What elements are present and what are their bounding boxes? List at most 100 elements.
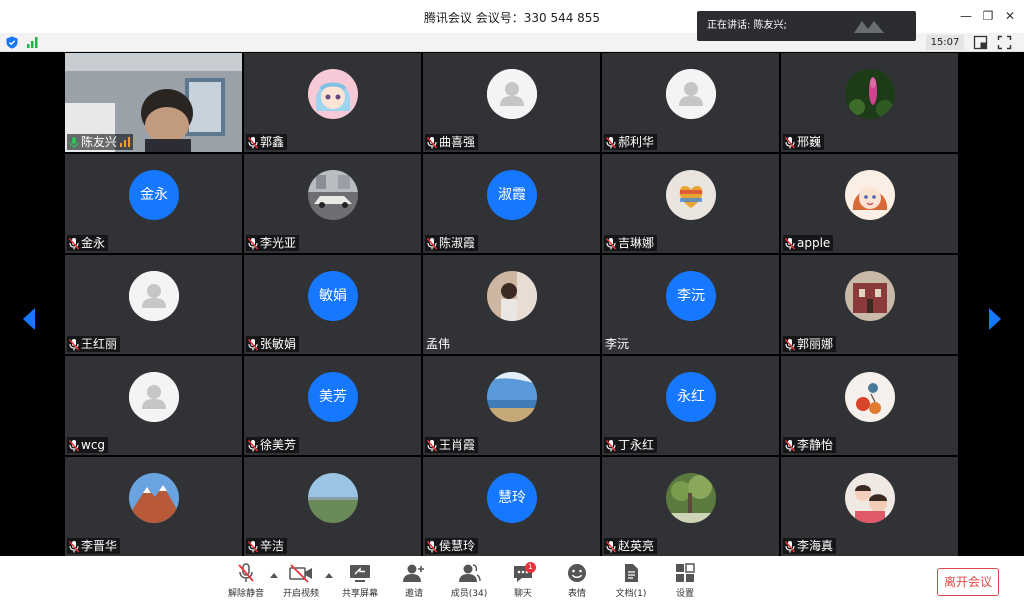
participant-name: apple bbox=[797, 236, 831, 250]
meeting-clock: 15:07 bbox=[926, 35, 964, 50]
fullscreen-icon[interactable] bbox=[997, 35, 1012, 50]
muted-mic-icon bbox=[426, 237, 438, 249]
restore-button[interactable]: ❐ bbox=[978, 6, 998, 26]
participant-tile[interactable]: 李沅 李沅 bbox=[602, 255, 779, 354]
muted-microphone-icon bbox=[238, 563, 254, 582]
participant-tile[interactable]: 孟伟 bbox=[423, 255, 600, 354]
muted-mic-icon bbox=[68, 338, 80, 350]
participant-name-label: 丁永红 bbox=[604, 437, 658, 453]
participant-tile[interactable]: 金永 金永 bbox=[65, 154, 242, 253]
participant-tile[interactable]: 郭鑫 bbox=[244, 53, 421, 152]
participant-tile[interactable]: 李光亚 bbox=[244, 154, 421, 253]
participant-name-label: 侯慧玲 bbox=[425, 538, 479, 554]
layout-icon[interactable] bbox=[973, 35, 988, 50]
tencent-meeting-logo-icon bbox=[854, 21, 884, 33]
invite-button[interactable]: 邀请 bbox=[389, 560, 439, 606]
speaking-prefix: 正在讲话: bbox=[707, 20, 754, 31]
participant-tile[interactable]: 郝利华 bbox=[602, 53, 779, 152]
participant-tile[interactable]: 郭丽娜 bbox=[781, 255, 958, 354]
avatar: 美芳 bbox=[308, 372, 358, 422]
default-user-avatar-icon bbox=[487, 69, 537, 119]
participant-tile[interactable]: 吉琳娜 bbox=[602, 154, 779, 253]
participant-name-label: wcg bbox=[67, 437, 109, 453]
participant-name-label: 邢巍 bbox=[783, 134, 825, 150]
participant-tile[interactable]: 曲喜强 bbox=[423, 53, 600, 152]
share-screen-button[interactable]: 共享屏幕 bbox=[335, 560, 385, 606]
settings-label: 设置 bbox=[675, 589, 694, 599]
muted-mic-icon bbox=[247, 136, 259, 148]
participant-name: wcg bbox=[81, 438, 106, 452]
participant-tile[interactable]: apple bbox=[781, 154, 958, 253]
leave-meeting-button[interactable]: 离开会议 bbox=[937, 568, 999, 596]
avatar-image bbox=[845, 170, 895, 220]
minimize-button[interactable]: — bbox=[956, 6, 976, 26]
settings-grid-icon bbox=[676, 563, 695, 582]
participant-name-label: 李光亚 bbox=[246, 235, 300, 251]
members-label: 成员(34) bbox=[450, 589, 488, 599]
participant-tile[interactable]: 慧玲侯慧玲 bbox=[423, 457, 600, 556]
avatar-image bbox=[666, 170, 716, 220]
participant-tile[interactable]: 王红丽 bbox=[65, 255, 242, 354]
participant-name: 陈友兴 bbox=[81, 135, 118, 149]
muted-mic-icon bbox=[605, 540, 617, 552]
reactions-label: 表情 bbox=[567, 589, 586, 599]
participant-tile[interactable]: 敏娟 张敏娟 bbox=[244, 255, 421, 354]
participant-tile[interactable]: 邢巍 bbox=[781, 53, 958, 152]
avatar-image bbox=[308, 473, 358, 523]
avatar: 永红 bbox=[666, 372, 716, 422]
share-screen-icon bbox=[350, 565, 370, 582]
participant-name: 郝利华 bbox=[618, 135, 655, 149]
shield-icon[interactable] bbox=[6, 36, 18, 49]
participant-tile[interactable]: 李静怡 bbox=[781, 356, 958, 455]
participant-name: 王肖霞 bbox=[439, 438, 476, 452]
participant-tile[interactable]: 永红 丁永红 bbox=[602, 356, 779, 455]
participant-tile[interactable]: 赵英亮 bbox=[602, 457, 779, 556]
participant-tile[interactable]: 李海真 bbox=[781, 457, 958, 556]
network-signal-icon[interactable] bbox=[26, 36, 40, 48]
participant-name: 侯慧玲 bbox=[439, 539, 476, 553]
settings-button[interactable]: 设置 bbox=[660, 560, 710, 606]
participant-tile[interactable]: 王肖霞 bbox=[423, 356, 600, 455]
participant-name: 陈淑霞 bbox=[439, 236, 476, 250]
participant-name: 赵英亮 bbox=[618, 539, 655, 553]
documents-label: 文档(1) bbox=[615, 589, 647, 599]
participant-tile[interactable]: wcg bbox=[65, 356, 242, 455]
close-button[interactable]: ✕ bbox=[1000, 6, 1020, 26]
speaking-name: 陈友兴; bbox=[753, 20, 787, 31]
avatar-image bbox=[845, 372, 895, 422]
documents-button[interactable]: 文档(1) bbox=[606, 560, 656, 606]
muted-mic-icon bbox=[784, 439, 796, 451]
next-page-arrow-icon[interactable] bbox=[988, 307, 1002, 331]
muted-mic-icon bbox=[247, 439, 259, 451]
participant-grid: 陈友兴 郭鑫 曲喜强郝利华 邢巍金永 金永 李光亚 淑霞 陈淑霞 吉琳娜 apple 王红丽 敏娟 张敏… bbox=[65, 53, 960, 556]
invite-label: 邀请 bbox=[404, 589, 423, 599]
previous-page-arrow-icon[interactable] bbox=[22, 307, 36, 331]
members-button[interactable]: 成员(34) bbox=[444, 560, 494, 606]
participant-tile[interactable]: 李晋华 bbox=[65, 457, 242, 556]
participant-name: 王红丽 bbox=[81, 337, 118, 351]
participant-name: 郭鑫 bbox=[260, 135, 285, 149]
participant-name-label: 郭丽娜 bbox=[783, 336, 837, 352]
participant-name: 徐美芳 bbox=[260, 438, 297, 452]
camera-off-icon bbox=[289, 564, 312, 583]
avatar: 慧玲 bbox=[487, 473, 537, 523]
chat-button[interactable]: 1 聊天 bbox=[498, 560, 548, 606]
document-icon bbox=[625, 564, 638, 582]
participant-name-label: 李晋华 bbox=[67, 538, 121, 554]
participant-tile[interactable]: 美芳徐美芳 bbox=[244, 356, 421, 455]
participant-name: 郭丽娜 bbox=[797, 337, 834, 351]
participant-tile[interactable]: 辛洁 bbox=[244, 457, 421, 556]
unmute-button[interactable]: 解除静音 bbox=[221, 560, 271, 606]
share-screen-label: 共享屏幕 bbox=[341, 589, 378, 599]
participant-name: 金永 bbox=[81, 236, 106, 250]
reactions-button[interactable]: 表情 bbox=[552, 560, 602, 606]
muted-mic-icon bbox=[426, 540, 438, 552]
smile-icon bbox=[568, 564, 586, 582]
participant-tile[interactable]: 陈友兴 bbox=[65, 53, 242, 152]
start-video-button[interactable]: 开启视频 bbox=[276, 560, 326, 606]
start-video-label: 开启视频 bbox=[282, 589, 319, 599]
chat-label: 聊天 bbox=[513, 589, 532, 599]
video-options-caret-icon[interactable] bbox=[325, 572, 333, 578]
meeting-toolbar: 解除静音 开启视频 共享屏幕 邀请 成员(34) 1 聊天 表情 文档(1) 设… bbox=[0, 556, 1024, 609]
participant-tile[interactable]: 淑霞 陈淑霞 bbox=[423, 154, 600, 253]
